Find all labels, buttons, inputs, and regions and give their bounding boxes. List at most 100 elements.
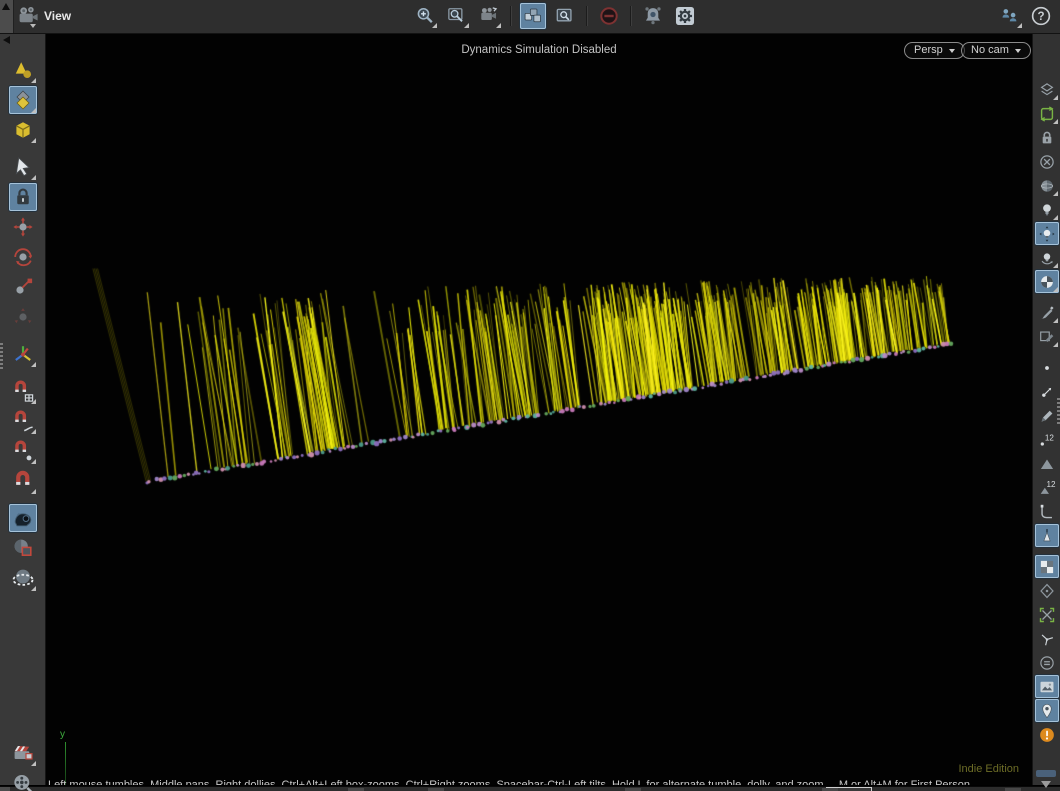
prim-number-icon: 12 xyxy=(1038,479,1056,497)
flyout-corner-icon xyxy=(31,108,36,113)
left-toolbar-group xyxy=(9,739,37,791)
lights-off-button[interactable] xyxy=(1035,150,1059,173)
flyout-corner-icon xyxy=(1017,23,1022,28)
viewport-top-toolbar: View ? xyxy=(0,0,1060,34)
flipbook-button[interactable] xyxy=(9,769,37,791)
toolbar-separator xyxy=(586,6,588,26)
zoom-select-region-button[interactable] xyxy=(552,3,578,29)
handles-tool-button[interactable] xyxy=(9,86,37,114)
visibility-layers-button[interactable] xyxy=(1035,78,1059,101)
camera-menu[interactable]: No cam xyxy=(961,42,1031,59)
frame-view-button[interactable] xyxy=(476,3,502,29)
bell-icon xyxy=(642,5,664,27)
messages-button[interactable] xyxy=(1035,723,1059,746)
left-toolbar-group xyxy=(9,377,37,495)
visibility-sphere-button[interactable] xyxy=(9,564,37,592)
left-toolbar-group xyxy=(9,504,37,592)
render-view-button[interactable] xyxy=(9,739,37,767)
flyout-corner-icon xyxy=(1053,263,1058,268)
svg-text:12: 12 xyxy=(1044,433,1053,442)
flyout-corner-icon xyxy=(31,175,36,180)
snap-toggle-button[interactable] xyxy=(9,467,37,495)
prim-triangle-icon xyxy=(1038,455,1056,473)
help-button[interactable]: ? xyxy=(1028,3,1054,29)
orientation-picker-button[interactable] xyxy=(9,340,37,368)
prim-normals-button[interactable] xyxy=(1035,452,1059,475)
stop-indicator-button[interactable] xyxy=(596,3,622,29)
pen-icon xyxy=(1038,407,1056,425)
left-toolbar-group xyxy=(9,56,37,144)
show-wind-button[interactable] xyxy=(1035,627,1059,650)
headlight-button[interactable] xyxy=(1035,198,1059,221)
viewport-canvas[interactable] xyxy=(46,34,1032,785)
flyout-corner-icon xyxy=(496,23,501,28)
circle-redbox-icon xyxy=(11,536,35,560)
stow-up-button[interactable] xyxy=(0,0,14,33)
show-pivot-button[interactable] xyxy=(1035,579,1059,602)
view-zoom-button[interactable] xyxy=(412,3,438,29)
down-arrow-icon[interactable] xyxy=(1041,781,1051,788)
show-pins-button[interactable] xyxy=(1035,699,1059,722)
show-all-objects-button[interactable] xyxy=(520,3,546,29)
snap-point-button[interactable] xyxy=(9,437,37,465)
lock-view-button[interactable] xyxy=(1035,126,1059,149)
select-tool-button[interactable] xyxy=(9,153,37,181)
snap-grid-button[interactable] xyxy=(9,377,37,405)
up-arrow-icon xyxy=(2,3,10,10)
view-mask-button[interactable] xyxy=(9,534,37,562)
point-trails-button[interactable] xyxy=(1035,404,1059,427)
material-preview-button[interactable] xyxy=(1035,270,1059,293)
timeline-strip[interactable] xyxy=(0,786,1060,791)
left-pane-handle[interactable] xyxy=(0,343,3,369)
rotate-light-button[interactable] xyxy=(1035,246,1059,269)
show-points-button[interactable] xyxy=(1035,356,1059,379)
no-entry-icon xyxy=(598,5,620,27)
flyout-corner-icon xyxy=(31,761,36,766)
rotate-tool-button[interactable] xyxy=(9,243,37,271)
show-normals-button[interactable] xyxy=(1035,524,1059,547)
flyout-corner-icon xyxy=(1053,95,1058,100)
display-settings-button[interactable] xyxy=(672,3,698,29)
group-overlay-button[interactable] xyxy=(1035,603,1059,626)
display-options-button[interactable] xyxy=(1035,301,1059,324)
diamond-outline-icon xyxy=(1038,582,1056,600)
profile-curve-icon xyxy=(1038,503,1056,521)
image-overlay-button[interactable] xyxy=(1035,675,1059,698)
auto-update-button[interactable] xyxy=(1035,102,1059,125)
transform-handles-button[interactable] xyxy=(9,116,37,144)
alarm-button[interactable] xyxy=(640,3,666,29)
right-toolbar-scroll-thumb[interactable] xyxy=(1036,770,1056,777)
view-tool-button[interactable] xyxy=(9,504,37,532)
lightbulb-move-icon xyxy=(1038,225,1056,243)
constraints-button[interactable] xyxy=(1035,651,1059,674)
show-handles-button[interactable] xyxy=(9,56,37,84)
flyout-corner-icon xyxy=(31,586,36,591)
move-light-button[interactable] xyxy=(1035,222,1059,245)
viewport[interactable]: Dynamics Simulation Disabled Persp No ca… xyxy=(46,34,1032,785)
axis-y-label: y xyxy=(60,729,65,740)
houdini-scene-view-window: View ? Dynamics Simulation Disabled Pers… xyxy=(0,0,1060,791)
prim-numbers-button[interactable]: 12 xyxy=(1035,476,1059,499)
flyout-corner-icon xyxy=(1053,191,1058,196)
box-zoom-button[interactable] xyxy=(444,3,470,29)
toolbar-right-icons: ? xyxy=(997,3,1054,29)
shading-mode-button[interactable] xyxy=(1035,174,1059,197)
flyout-corner-icon xyxy=(1053,287,1058,292)
stow-left-button[interactable] xyxy=(0,34,45,47)
flyout-corner-icon xyxy=(31,78,36,83)
show-profiles-button[interactable] xyxy=(1035,500,1059,523)
translate-tool-button[interactable] xyxy=(9,213,37,241)
right-toolbar: 12 12 xyxy=(1032,34,1060,785)
scale-tool-button[interactable] xyxy=(9,273,37,301)
point-normals-button[interactable] xyxy=(1035,380,1059,403)
uv-overlay-button[interactable] xyxy=(1035,555,1059,578)
background-image-button[interactable] xyxy=(1035,325,1059,348)
point-numbers-button[interactable]: 12 xyxy=(1035,428,1059,451)
simulation-status: Dynamics Simulation Disabled xyxy=(46,44,1032,56)
flipbook-reel-icon xyxy=(11,771,35,791)
desktop-layout-button[interactable] xyxy=(997,3,1023,29)
location-pin-icon xyxy=(1038,702,1056,720)
secure-selection-button[interactable] xyxy=(9,183,37,211)
snap-curve-button[interactable] xyxy=(9,407,37,435)
view-menu[interactable]: Persp xyxy=(904,42,965,59)
